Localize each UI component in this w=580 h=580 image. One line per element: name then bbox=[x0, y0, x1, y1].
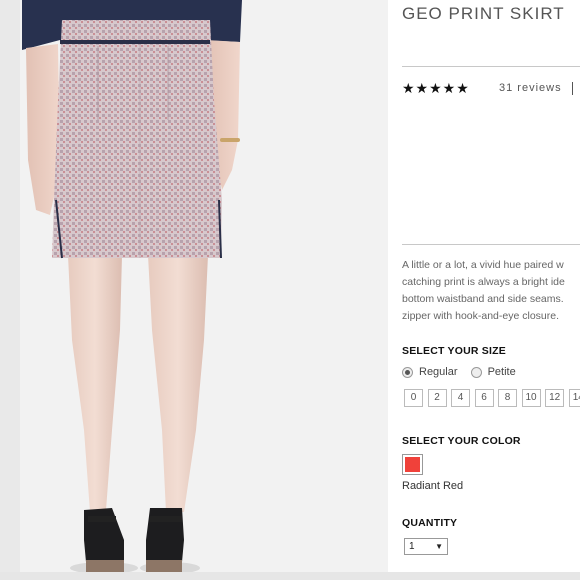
size-option[interactable]: 12 bbox=[545, 389, 565, 407]
product-photo-illustration bbox=[0, 0, 388, 580]
select-color-label: SELECT YOUR COLOR bbox=[402, 435, 521, 447]
title-divider bbox=[402, 66, 580, 67]
quantity-label: QUANTITY bbox=[402, 517, 458, 529]
size-options: 02468101214 bbox=[404, 389, 580, 407]
size-option[interactable]: 14 bbox=[568, 389, 580, 407]
size-option[interactable]: 2 bbox=[427, 389, 447, 407]
color-swatch-radiant-red[interactable] bbox=[402, 454, 423, 475]
selected-color-name: Radiant Red bbox=[402, 480, 464, 492]
description-line: catching print is always a bright ide bbox=[402, 276, 565, 288]
quantity-value: 1 bbox=[409, 541, 415, 552]
radio-regular[interactable] bbox=[402, 366, 413, 378]
description-divider bbox=[402, 244, 580, 245]
fit-options: Regular Petite bbox=[402, 366, 516, 384]
size-option[interactable]: 6 bbox=[474, 389, 494, 407]
product-title: GEO PRINT SKIRT bbox=[402, 4, 565, 23]
size-option[interactable]: 0 bbox=[404, 389, 423, 407]
radio-petite[interactable] bbox=[470, 366, 482, 378]
product-description: A little or a lot, a vivid hue paired w … bbox=[402, 257, 580, 325]
reviews-link[interactable]: 31 reviews bbox=[499, 82, 562, 94]
fit-option-label[interactable]: Petite bbox=[488, 366, 516, 378]
description-line: bottom waistband and side seams. bbox=[402, 293, 564, 305]
size-option[interactable]: 10 bbox=[521, 389, 541, 407]
fit-option-label[interactable]: Regular bbox=[419, 366, 458, 378]
swatch-fill bbox=[405, 457, 420, 472]
rating-separator bbox=[572, 82, 573, 95]
size-option[interactable]: 8 bbox=[498, 389, 517, 407]
description-line: A little or a lot, a vivid hue paired w bbox=[402, 259, 564, 271]
bottom-strip bbox=[0, 572, 580, 580]
product-photo bbox=[0, 0, 388, 580]
quantity-select[interactable]: 1 ▼ bbox=[404, 538, 448, 555]
select-size-label: SELECT YOUR SIZE bbox=[402, 345, 506, 357]
description-line: zipper with hook-and-eye closure. bbox=[402, 310, 559, 322]
product-page: GEO PRINT SKIRT ★★★★★ 31 reviews A littl… bbox=[0, 0, 580, 580]
rating-stars-icon[interactable]: ★★★★★ bbox=[402, 80, 470, 97]
chevron-down-icon: ▼ bbox=[435, 542, 443, 551]
size-option[interactable]: 4 bbox=[451, 389, 470, 407]
